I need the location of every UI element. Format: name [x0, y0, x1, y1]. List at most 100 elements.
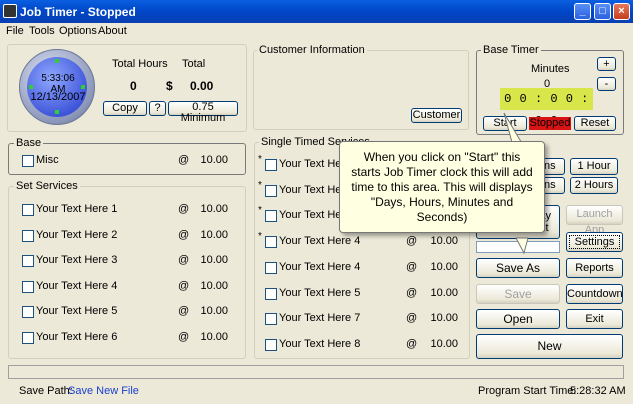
service-rate: 10.00 — [200, 305, 228, 317]
service-checkbox[interactable] — [265, 159, 277, 171]
program-start-label: Program Start Time: — [478, 385, 577, 397]
service-checkbox[interactable] — [22, 280, 34, 293]
menu-options[interactable]: Options — [59, 25, 97, 37]
window-title: Job Timer - Stopped — [20, 5, 136, 19]
service-at: @ — [178, 254, 190, 266]
service-rate: 10.00 — [430, 260, 458, 273]
copy-button[interactable]: Copy — [103, 101, 147, 116]
service-label: Your Text Here 5 — [279, 286, 361, 299]
base-timer-label: Base Timer — [481, 44, 541, 56]
star-icon: * — [258, 179, 262, 191]
maximize-icon[interactable]: □ — [594, 3, 611, 20]
two-hours-button[interactable]: 2 Hours — [570, 177, 618, 194]
service-rate: 10.00 — [430, 312, 458, 325]
service-rate: 10.00 — [200, 330, 228, 343]
save-as-button[interactable]: Save As — [476, 258, 560, 278]
service-at: @ — [178, 279, 190, 292]
title-bar: Job Timer - Stopped _ □ × — [0, 0, 633, 23]
service-label: Your Text Here 4 — [279, 260, 361, 273]
service-checkbox[interactable] — [265, 338, 277, 351]
service-checkbox[interactable] — [22, 204, 34, 216]
service-rate: 10.00 — [200, 228, 228, 241]
misc-at: @ — [178, 154, 190, 166]
save-path-value[interactable]: Save New File — [68, 385, 139, 397]
misc-checkbox[interactable] — [22, 155, 34, 167]
service-at: @ — [178, 228, 190, 241]
service-rate: 10.00 — [430, 337, 458, 350]
service-at: @ — [406, 337, 418, 350]
clock-tick-12-icon — [55, 59, 59, 63]
service-checkbox[interactable] — [22, 306, 34, 318]
customer-info-label: Customer Information — [257, 44, 367, 56]
service-label: Your Text Here 4 — [36, 279, 118, 292]
service-label: Your Text Here 8 — [279, 337, 361, 350]
open-button[interactable]: Open — [476, 309, 560, 329]
callout-tooltip: When you click on "Start" this starts Jo… — [339, 141, 545, 233]
save-button[interactable]: Save — [476, 284, 560, 304]
currency-symbol: $ — [166, 79, 173, 93]
total-hours-label: Total Hours — [112, 58, 168, 70]
menu-file[interactable]: File — [6, 25, 24, 37]
service-label: Your Text Here 2 — [36, 228, 118, 241]
total-value: 0.00 — [190, 79, 214, 93]
minutes-label: Minutes — [531, 63, 570, 75]
clock-date: 12/13/2007 — [30, 91, 86, 103]
service-label: Your Text Here 3 — [36, 254, 118, 266]
service-at: @ — [406, 260, 418, 273]
reset-button[interactable]: Reset — [574, 116, 616, 131]
exit-button[interactable]: Exit — [566, 309, 623, 329]
countdown-button[interactable]: Countdown — [566, 284, 623, 304]
star-icon: * — [258, 231, 262, 243]
service-checkbox[interactable] — [22, 331, 34, 344]
service-label: Your Text Here 1 — [36, 203, 118, 215]
service-at: @ — [406, 312, 418, 325]
total-hours-value: 0 — [130, 79, 137, 93]
star-icon: * — [258, 205, 262, 217]
new-button[interactable]: New — [476, 334, 623, 359]
customer-button[interactable]: Customer — [411, 108, 462, 123]
one-hour-button[interactable]: 1 Hour — [570, 158, 618, 175]
app-icon — [3, 4, 17, 18]
service-checkbox[interactable] — [22, 229, 34, 242]
misc-label: Misc — [36, 154, 59, 166]
service-rate: 10.00 — [200, 203, 228, 215]
help-button[interactable]: ? — [149, 101, 166, 116]
service-label: Your Text Here 6 — [36, 330, 118, 343]
service-label: Your Text Here 4 — [279, 235, 361, 248]
service-checkbox[interactable] — [265, 261, 277, 274]
launch-app-button[interactable]: Launch App — [566, 205, 623, 236]
menu-about[interactable]: About — [98, 25, 127, 37]
reports-button[interactable]: Reports — [566, 258, 623, 278]
service-rate: 10.00 — [200, 254, 228, 266]
service-checkbox[interactable] — [265, 210, 277, 223]
service-checkbox[interactable] — [22, 255, 34, 267]
minutes-plus-button[interactable]: + — [597, 57, 616, 71]
service-checkbox[interactable] — [265, 287, 277, 300]
service-checkbox[interactable] — [265, 236, 277, 249]
minimize-icon[interactable]: _ — [574, 3, 591, 20]
service-at: @ — [406, 235, 418, 248]
base-group-label: Base — [14, 137, 44, 149]
service-at: @ — [178, 305, 190, 317]
clock-tick-6-icon — [55, 110, 59, 114]
progress-bar — [8, 365, 624, 379]
save-path-label: Save Path: — [19, 385, 73, 397]
service-rate: 10.00 — [430, 286, 458, 299]
service-rate: 10.00 — [430, 235, 458, 248]
service-label: Your Text Here 5 — [36, 305, 118, 317]
service-rate: 10.00 — [200, 279, 228, 292]
settings-button[interactable]: Settings — [566, 232, 623, 252]
close-icon[interactable]: × — [613, 3, 630, 20]
star-icon: * — [258, 154, 262, 165]
minimum-button[interactable]: 0.75 Minimum — [168, 101, 238, 124]
set-services-label: Set Services — [14, 180, 80, 192]
misc-rate: 10.00 — [200, 154, 228, 166]
menu-bar: File Tools Options About — [0, 23, 633, 39]
menu-tools[interactable]: Tools — [29, 25, 55, 37]
service-at: @ — [178, 203, 190, 215]
program-start-value: 5:28:32 AM — [570, 385, 626, 397]
service-label: Your Text Here 7 — [279, 312, 361, 325]
service-checkbox[interactable] — [265, 184, 277, 197]
service-checkbox[interactable] — [265, 313, 277, 326]
minutes-minus-button[interactable]: - — [597, 77, 616, 91]
